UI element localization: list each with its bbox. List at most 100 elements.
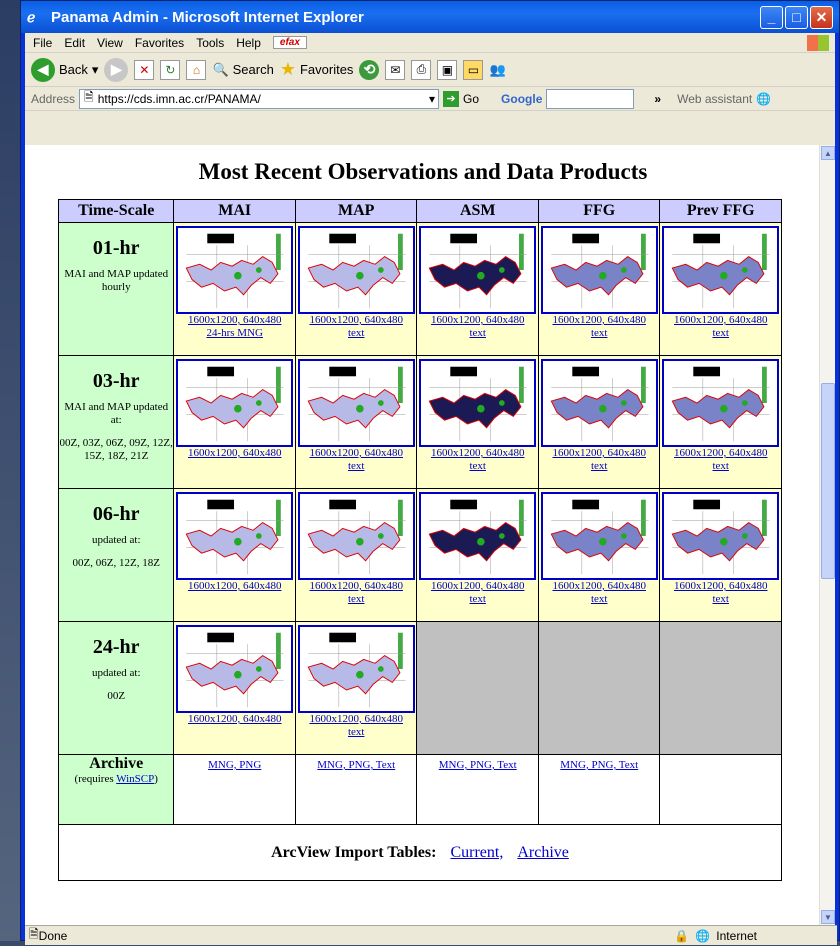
product-map-thumbnail[interactable] — [540, 359, 658, 447]
product-map-thumbnail[interactable] — [297, 226, 415, 314]
edit-icon[interactable]: ▣ — [437, 59, 458, 80]
resolution-links[interactable]: 1600x1200, 640x480 — [660, 314, 781, 327]
extra-link[interactable]: text — [660, 593, 781, 606]
archive-mai-links[interactable]: MNG, PNG — [208, 759, 261, 771]
title-bar[interactable]: ℯ Panama Admin - Microsoft Internet Expl… — [21, 1, 839, 33]
resolution-links[interactable]: 1600x1200, 640x480 — [417, 314, 538, 327]
product-map-thumbnail[interactable] — [419, 226, 537, 314]
menu-edit[interactable]: Edit — [64, 36, 85, 50]
zone-text: Internet — [716, 928, 757, 943]
maximize-button[interactable]: □ — [785, 5, 808, 29]
resolution-links[interactable]: 1600x1200, 640x480 — [174, 314, 295, 327]
extra-link[interactable]: 24-hrs MNG — [174, 327, 295, 340]
globe-icon[interactable]: 🌐 — [756, 92, 771, 106]
extra-link[interactable]: text — [296, 327, 417, 340]
resolution-links[interactable]: 1600x1200, 640x480 — [539, 580, 660, 593]
forward-button[interactable]: ▶ — [104, 57, 129, 82]
product-map-thumbnail[interactable] — [540, 492, 658, 580]
resolution-links[interactable]: 1600x1200, 640x480 — [296, 713, 417, 726]
product-map-thumbnail[interactable] — [176, 226, 294, 314]
resolution-links[interactable]: 1600x1200, 640x480 — [296, 447, 417, 460]
back-button[interactable]: ◀ Back ▾ — [31, 57, 99, 82]
search-button[interactable]: 🔍 Search — [212, 62, 273, 78]
product-cell-map: 1600x1200, 640x480 text — [294, 488, 418, 622]
menu-help[interactable]: Help — [236, 36, 261, 50]
extra-link[interactable]: text — [539, 327, 660, 340]
product-cell-mai: 1600x1200, 640x480 — [173, 621, 296, 755]
product-map-thumbnail[interactable] — [419, 492, 537, 580]
resolution-links[interactable]: 1600x1200, 640x480 — [539, 447, 660, 460]
go-arrow-icon[interactable]: ➔ — [443, 90, 460, 107]
product-map-thumbnail[interactable] — [297, 625, 415, 713]
mail-icon[interactable]: ✉ — [385, 59, 406, 80]
menu-tools[interactable]: Tools — [196, 36, 224, 50]
archive-asm-links[interactable]: MNG, PNG, Text — [439, 759, 517, 771]
product-map-thumbnail[interactable] — [419, 359, 537, 447]
product-map-thumbnail[interactable] — [176, 625, 294, 713]
resolution-links[interactable]: 1600x1200, 640x480 — [296, 580, 417, 593]
extra-link[interactable]: text — [296, 593, 417, 606]
winscp-link[interactable]: WinSCP — [116, 773, 154, 785]
resolution-links[interactable]: 1600x1200, 640x480 — [417, 447, 538, 460]
google-search-input[interactable] — [546, 88, 635, 109]
go-button[interactable]: Go — [463, 92, 479, 106]
resolution-links[interactable]: 1600x1200, 640x480 — [539, 314, 660, 327]
resolution-links[interactable]: 1600x1200, 640x480 — [660, 447, 781, 460]
resolution-links[interactable]: 1600x1200, 640x480 — [296, 314, 417, 327]
refresh-icon[interactable]: ↻ — [160, 59, 181, 80]
folder-icon[interactable]: ▭ — [463, 59, 484, 80]
product-map-thumbnail[interactable] — [176, 359, 294, 447]
archive-ffg-links[interactable]: MNG, PNG, Text — [560, 759, 638, 771]
stop-icon[interactable]: ✕ — [134, 59, 155, 80]
menu-file[interactable]: File — [33, 36, 52, 50]
menu-favorites[interactable]: Favorites — [135, 36, 184, 50]
extra-link[interactable]: text — [417, 460, 538, 473]
print-icon[interactable]: ⎙ — [411, 59, 432, 80]
favorites-button[interactable]: ★ Favorites — [280, 59, 354, 80]
page-content: Most Recent Observations and Data Produc… — [25, 145, 821, 925]
messenger-icon[interactable]: 👥 — [489, 62, 505, 78]
archive-map-links[interactable]: MNG, PNG, Text — [317, 759, 395, 771]
product-map-thumbnail[interactable] — [662, 492, 780, 580]
extra-link[interactable]: text — [660, 327, 781, 340]
resolution-links[interactable]: 1600x1200, 640x480 — [174, 580, 295, 593]
favorites-label: Favorites — [299, 62, 354, 77]
resolution-links[interactable]: 1600x1200, 640x480 — [417, 580, 538, 593]
resolution-links[interactable]: 1600x1200, 640x480 — [660, 580, 781, 593]
close-button[interactable]: ✕ — [810, 5, 833, 29]
resolution-links[interactable]: 1600x1200, 640x480 — [174, 713, 295, 726]
import-archive-link[interactable]: Archive — [517, 844, 569, 861]
product-map-thumbnail[interactable] — [662, 359, 780, 447]
vertical-scrollbar[interactable]: ▲ ▼ — [819, 145, 835, 925]
extra-link[interactable]: text — [296, 460, 417, 473]
product-cell-mai: 1600x1200, 640x480 24-hrs MNG — [173, 222, 296, 356]
efax-button[interactable]: efax — [272, 36, 307, 49]
address-field[interactable]: 🗎 https://cds.imn.ac.cr/PANAMA/ ▾ — [79, 88, 440, 109]
extra-link[interactable]: text — [539, 593, 660, 606]
product-map-thumbnail[interactable] — [297, 359, 415, 447]
extra-link[interactable]: text — [417, 593, 538, 606]
product-map-thumbnail[interactable] — [540, 226, 658, 314]
scroll-up-icon[interactable]: ▲ — [821, 146, 835, 160]
import-current-link[interactable]: Current, — [450, 844, 503, 861]
extra-link[interactable]: text — [539, 460, 660, 473]
menu-view[interactable]: View — [97, 36, 123, 50]
history-icon[interactable]: ⟲ — [359, 59, 380, 80]
address-dropdown-icon[interactable]: ▾ — [429, 92, 435, 106]
product-map-thumbnail[interactable] — [662, 226, 780, 314]
scroll-down-icon[interactable]: ▼ — [821, 910, 835, 924]
web-assistant-button[interactable]: Web assistant — [677, 92, 752, 106]
minimize-button[interactable]: _ — [760, 5, 783, 29]
time-scale-name: 24-hr — [92, 636, 140, 658]
extra-link[interactable]: text — [660, 460, 781, 473]
back-dropdown-icon[interactable]: ▾ — [92, 62, 99, 78]
extra-link[interactable]: text — [296, 726, 417, 739]
scroll-thumb[interactable] — [821, 383, 835, 579]
resolution-links[interactable]: 1600x1200, 640x480 — [174, 447, 295, 460]
product-map-thumbnail[interactable] — [176, 492, 294, 580]
google-toolbar-logo[interactable]: Google — [501, 92, 542, 106]
product-map-thumbnail[interactable] — [297, 492, 415, 580]
extra-link[interactable]: text — [417, 327, 538, 340]
home-icon[interactable]: ⌂ — [186, 59, 207, 80]
toolbar-overflow-icon[interactable]: » — [654, 92, 661, 106]
